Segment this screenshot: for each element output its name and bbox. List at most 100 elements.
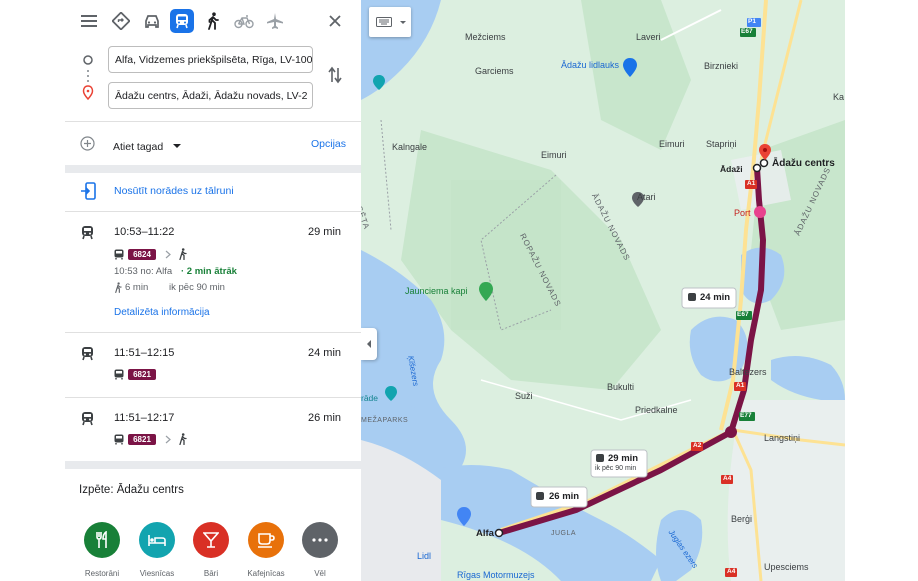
route-connector-icon — [82, 55, 94, 101]
route-callout-frequency: ik pēc 90 min — [595, 465, 637, 472]
map-label: Mežciems — [465, 32, 506, 42]
close-button[interactable] — [323, 9, 347, 33]
map-district-label: MEŽAPARKS — [361, 417, 409, 424]
map-label: Port — [734, 208, 751, 218]
destination-input[interactable]: Ādažu centrs, Ādaži, Ādažu novads, LV-2 — [108, 82, 313, 109]
bus-line-badge: 6821 — [128, 369, 156, 380]
walk-icon — [179, 248, 187, 260]
swap-button[interactable] — [327, 65, 343, 85]
flight-icon — [267, 13, 283, 29]
map-label: Kalngale — [392, 142, 428, 152]
walk-icon — [115, 282, 122, 293]
destination-dot-icon — [759, 158, 769, 168]
road-number: E67 — [741, 28, 753, 35]
map-label: Birznieki — [704, 61, 739, 71]
route-option-3[interactable]: 11:51–12:17 26 min 6821 — [65, 398, 361, 460]
map-view[interactable]: Mežciems Laveri Garciems Ādažu lidlauks … — [361, 0, 845, 581]
category-label: Restorāni — [84, 569, 120, 578]
route-early-notice: · 2 min ātrāk — [181, 266, 237, 277]
walk-icon — [208, 12, 219, 30]
category-label: Bāri — [203, 569, 219, 578]
route-walk-time: 6 min — [125, 282, 149, 293]
road-number: P1 — [748, 18, 756, 25]
route-departure-detail: 10:53 no: Alfa — [114, 266, 173, 277]
map-label: Laveri — [636, 32, 661, 42]
category-hotels-button[interactable] — [139, 522, 175, 558]
map-label: Ādaži — [720, 164, 743, 174]
map-label: Priedkalne — [635, 405, 678, 415]
chevron-right-icon — [165, 250, 171, 259]
route-time: 11:51–12:15 — [114, 347, 175, 359]
road-number: E67 — [737, 311, 749, 318]
restaurant-icon — [96, 531, 107, 548]
hotel-icon — [148, 535, 166, 546]
map-label: Jaunciema kapi — [405, 286, 468, 296]
category-cafes-button[interactable] — [248, 522, 284, 558]
route-callout-time[interactable]: 24 min — [700, 292, 730, 303]
bus-icon — [114, 369, 124, 380]
mode-bike[interactable] — [232, 9, 256, 33]
category-bars-button[interactable] — [193, 522, 229, 558]
route-callout-time[interactable]: 26 min — [549, 491, 579, 502]
mode-car[interactable] — [140, 9, 164, 33]
options-link[interactable]: Opcijas — [311, 138, 346, 150]
category-label: Viesnīcas — [139, 569, 175, 578]
route-frequency: ik pēc 90 min — [169, 282, 225, 293]
origin-map-label: Alfa — [476, 528, 494, 539]
details-link[interactable]: Detalizēta informācija — [114, 307, 210, 318]
bike-icon — [234, 15, 254, 29]
keyboard-shortcuts-button[interactable] — [369, 7, 411, 37]
keyboard-icon — [376, 17, 392, 27]
send-to-phone-row[interactable]: Nosūtīt norādes uz tālruni — [65, 173, 361, 211]
map-label: Suži — [515, 391, 533, 401]
close-icon — [329, 15, 341, 27]
map-label: Bukulti — [607, 382, 635, 392]
map-label: Ka — [833, 92, 845, 102]
road-number: A4 — [727, 568, 736, 575]
road-number: A2 — [693, 442, 702, 449]
chevron-right-icon — [165, 435, 171, 444]
menu-button[interactable] — [77, 9, 101, 33]
shopping-pin-icon — [754, 206, 766, 218]
road-number: A4 — [723, 475, 732, 482]
map-label: Berģi — [731, 514, 753, 524]
bus-line-badge: 6821 — [128, 434, 156, 445]
route-option-2[interactable]: 11:51–12:15 24 min 6821 — [65, 333, 361, 397]
mode-transit[interactable] — [170, 9, 194, 33]
walk-icon — [179, 433, 187, 445]
route-time: 11:51–12:17 — [114, 412, 175, 424]
chevron-left-icon — [367, 340, 371, 348]
car-icon — [145, 15, 159, 28]
bus-icon — [114, 249, 124, 260]
depart-time-label: Atiet tagad — [113, 141, 164, 153]
explore-title: Izpēte: Ādažu centrs — [79, 484, 184, 496]
mode-walk[interactable] — [201, 9, 225, 33]
category-label: Vēl — [314, 569, 326, 578]
depart-time-dropdown[interactable]: Atiet tagad — [113, 137, 182, 153]
map-label: Baltezers — [729, 367, 767, 377]
more-icon — [312, 538, 328, 542]
swap-icon — [328, 66, 342, 84]
add-stop-icon[interactable] — [80, 136, 95, 151]
category-more-button[interactable] — [302, 522, 338, 558]
mode-best-route[interactable] — [109, 9, 133, 33]
map-label: Upesciems — [764, 562, 809, 572]
route-time: 10:53–11:22 — [114, 226, 175, 238]
mode-flight[interactable] — [263, 9, 287, 33]
map-label: Rīgas Motormuzejs — [457, 570, 535, 580]
route-callout-time[interactable]: 29 min — [608, 453, 638, 464]
bus-icon — [114, 434, 124, 445]
menu-icon — [81, 15, 97, 27]
map-label: Ādažu lidlauks — [561, 60, 620, 70]
transit-route-icon — [82, 412, 93, 426]
route-option-1[interactable]: 10:53–11:22 29 min 6824 10:53 no: Alfa ·… — [65, 212, 361, 332]
route-duration: 24 min — [308, 347, 342, 359]
collapse-panel-button[interactable] — [361, 328, 377, 360]
chevron-down-icon — [172, 144, 181, 148]
category-restaurants-button[interactable] — [84, 522, 120, 558]
map-label: Eimuri — [541, 150, 567, 160]
transit-route-icon — [82, 226, 93, 240]
best-route-icon — [112, 12, 130, 30]
map-label: Stapriņi — [706, 139, 737, 149]
origin-input[interactable]: Alfa, Vidzemes priekšpilsēta, Rīga, LV-1… — [108, 46, 313, 73]
